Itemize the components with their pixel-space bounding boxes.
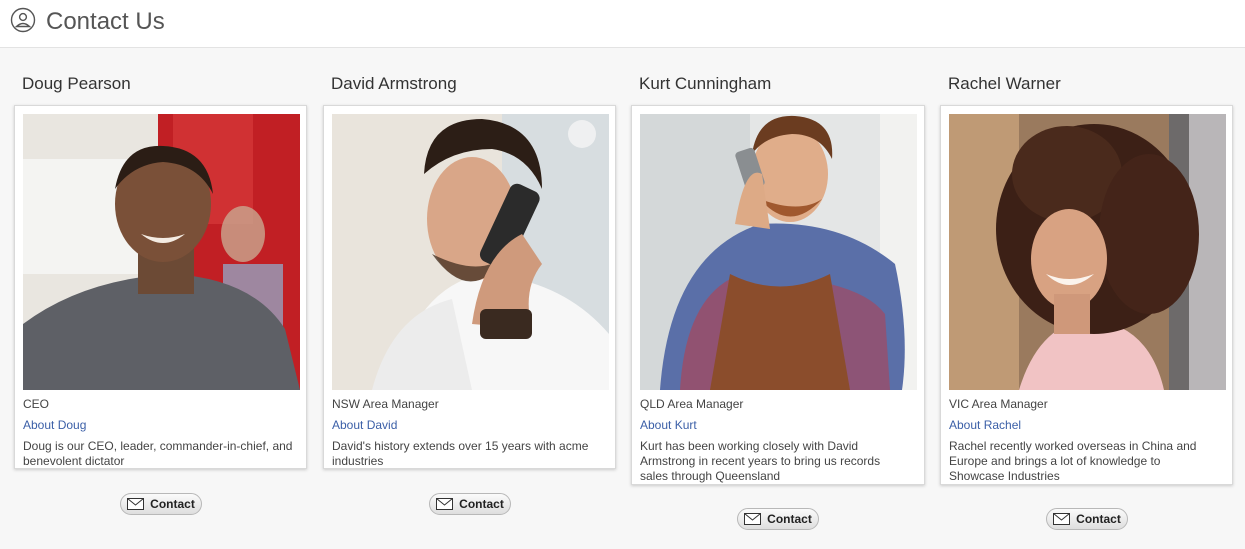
person-card: VIC Area Manager About Rachel Rachel rec…	[940, 105, 1233, 530]
person-card: NSW Area Manager About David David's his…	[323, 105, 616, 515]
person-photo	[949, 114, 1226, 390]
about-link[interactable]: About Rachel	[949, 418, 1021, 432]
person-card: CEO About Doug Doug is our CEO, leader, …	[14, 105, 307, 515]
envelope-icon	[1053, 513, 1071, 525]
envelope-icon	[127, 498, 145, 510]
person-role: QLD Area Manager	[640, 397, 744, 411]
contact-button[interactable]: Contact	[120, 493, 202, 515]
envelope-icon	[744, 513, 762, 525]
contact-button-label: Contact	[1076, 512, 1121, 526]
person-role: CEO	[23, 397, 50, 411]
person-bio: Rachel recently worked overseas in China…	[949, 439, 1197, 483]
person-photo	[23, 114, 300, 390]
page-title: Contact Us	[46, 8, 165, 35]
about-link[interactable]: About Kurt	[640, 418, 697, 432]
contact-button-label: Contact	[150, 497, 195, 511]
about-link[interactable]: About Doug	[23, 418, 86, 432]
person-role: NSW Area Manager	[332, 397, 439, 411]
person-role: VIC Area Manager	[949, 397, 1048, 411]
contact-button[interactable]: Contact	[429, 493, 511, 515]
contact-button[interactable]: Contact	[1046, 508, 1128, 530]
user-circle-icon	[10, 7, 36, 33]
envelope-icon	[436, 498, 454, 510]
person-photo	[332, 114, 609, 390]
person-name: David Armstrong	[331, 74, 457, 93]
contact-button-label: Contact	[459, 497, 504, 511]
person-name: Doug Pearson	[22, 74, 131, 93]
about-link[interactable]: About David	[332, 418, 397, 432]
person-bio: Doug is our CEO, leader, commander-in-ch…	[23, 439, 293, 468]
contact-button[interactable]: Contact	[737, 508, 819, 530]
person-name: Rachel Warner	[948, 74, 1061, 93]
person-bio: David's history extends over 15 years wi…	[332, 439, 589, 468]
page-header: Contact Us	[0, 0, 1245, 48]
person-name: Kurt Cunningham	[639, 74, 772, 93]
person-card: QLD Area Manager About Kurt Kurt has bee…	[631, 105, 925, 530]
contact-button-label: Contact	[767, 512, 812, 526]
person-bio: Kurt has been working closely with David…	[640, 439, 881, 483]
person-photo	[640, 114, 917, 390]
